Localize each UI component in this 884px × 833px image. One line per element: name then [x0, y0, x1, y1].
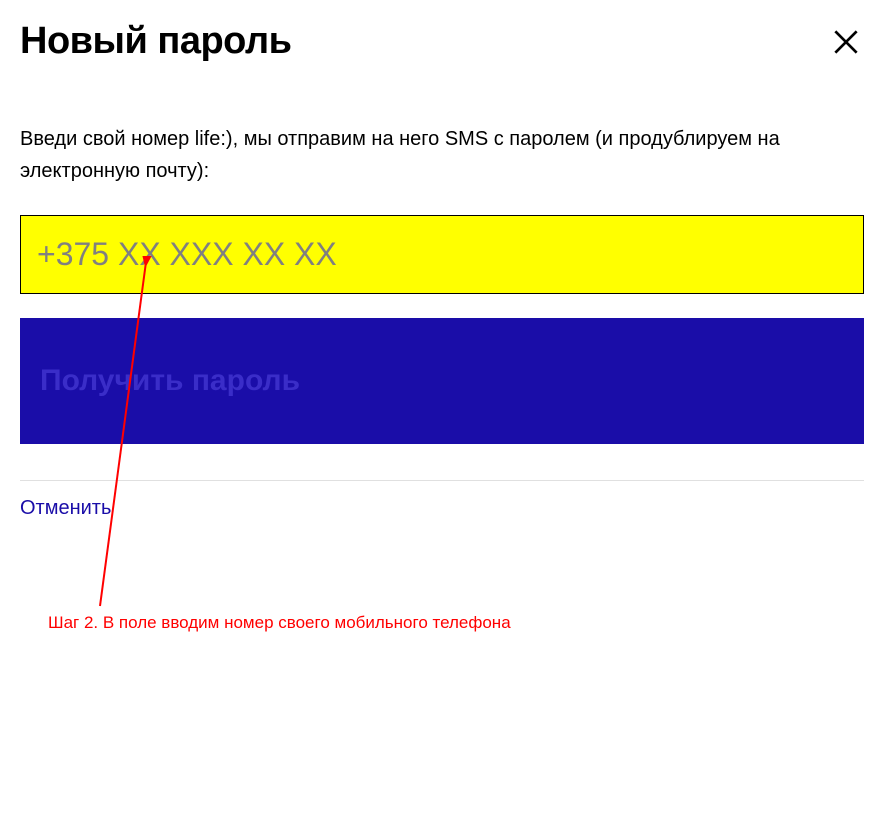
close-button[interactable] [828, 24, 864, 60]
phone-input[interactable] [20, 215, 864, 294]
divider [20, 480, 864, 481]
cancel-link[interactable]: Отменить [20, 497, 111, 519]
submit-button[interactable]: Получить пароль [20, 318, 864, 444]
page-title: Новый пароль [20, 20, 291, 63]
close-icon [830, 26, 862, 58]
annotation-text: Шаг 2. В поле вводим номер своего мобиль… [48, 613, 511, 633]
instruction-text: Введи свой номер life:), мы отправим на … [20, 123, 864, 187]
